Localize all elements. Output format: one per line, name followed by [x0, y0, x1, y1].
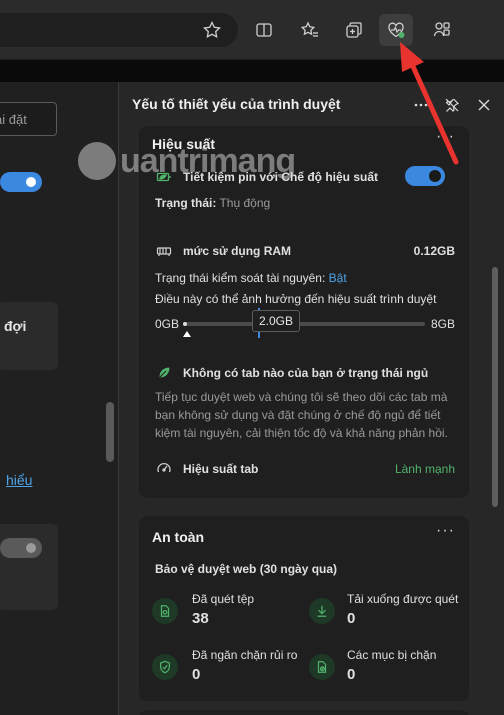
status-row: Trạng thái: Thụ động — [155, 196, 270, 210]
close-icon[interactable] — [473, 94, 495, 116]
settings-search-input[interactable]: ài đặt — [0, 102, 57, 136]
efficiency-mode-toggle[interactable] — [405, 166, 445, 186]
slider-current-marker — [183, 331, 191, 337]
browser-essentials-icon[interactable] — [379, 14, 413, 46]
watermark-bulb-icon — [78, 142, 116, 180]
scan-file-icon — [152, 598, 178, 624]
leaf-icon — [155, 363, 173, 381]
sleeping-tabs-description: Tiếp tục duyệt web và chúng tôi sẽ theo … — [155, 390, 448, 440]
status-value: Thụ động — [219, 196, 271, 210]
panel-title: Yếu tố thiết yếu của trình duyệt — [132, 96, 341, 112]
next-section-edge — [139, 710, 469, 715]
toggle-knob — [26, 177, 36, 187]
toggle-knob — [26, 543, 36, 553]
stat-value-scanned-files: 38 — [192, 610, 209, 627]
tab-performance-value[interactable]: Lành mạnh — [395, 462, 455, 476]
settings-toggle-off[interactable] — [0, 538, 42, 558]
toolbar-divider — [0, 60, 504, 82]
ram-slider[interactable] — [183, 308, 425, 342]
slider-track — [183, 322, 425, 326]
stat-label-risks-blocked: Đã ngăn chặn rủi ro — [192, 648, 298, 662]
resource-control-label: Trạng thái kiểm soát tài nguyên: — [155, 271, 326, 285]
panel-scrollbar[interactable] — [492, 267, 498, 507]
ram-usage-label: mức sử dụng RAM — [183, 244, 292, 258]
impact-note: Điều này có thể ảnh hưởng đến hiệu suất … — [155, 292, 437, 306]
split-screen-icon[interactable] — [250, 16, 278, 44]
pin-icon[interactable] — [441, 94, 463, 116]
slider-max-label: 8GB — [430, 317, 455, 331]
slider-marker-label: 2.0GB — [252, 310, 300, 332]
settings-card-2 — [0, 524, 58, 610]
resource-control-row: Trạng thái kiểm soát tài nguyên: Bật — [155, 271, 347, 285]
safety-more-icon[interactable]: ··· — [436, 522, 455, 540]
status-label: Trạng thái: — [155, 196, 217, 210]
page-scrollbar[interactable] — [106, 402, 114, 462]
stat-value-downloads-scanned: 0 — [347, 610, 356, 627]
stat-value-items-blocked: 0 — [347, 666, 356, 683]
download-icon — [309, 598, 335, 624]
more-options-icon[interactable] — [410, 94, 432, 116]
safety-title: An toàn — [152, 529, 205, 545]
slider-fill — [183, 322, 187, 326]
watermark-text: uantrimang — [120, 142, 296, 180]
favorites-icon[interactable] — [296, 16, 324, 44]
toggle-knob — [429, 170, 441, 182]
resource-control-value[interactable]: Bật — [329, 271, 347, 285]
stat-label-scanned-files: Đã quét tệp — [192, 592, 255, 606]
performance-more-icon[interactable]: ··· — [436, 128, 455, 146]
collections-icon[interactable] — [340, 16, 368, 44]
stat-label-downloads-scanned: Tải xuống được quét — [347, 592, 459, 606]
blocked-file-icon — [309, 654, 335, 680]
memory-chip-icon — [155, 242, 173, 260]
watermark: uantrimang — [78, 140, 296, 190]
extensions-icon[interactable] — [428, 16, 456, 44]
safety-subtitle: Bảo vệ duyệt web (30 ngày qua) — [155, 562, 338, 576]
ram-usage-value: 0.12GB — [413, 244, 455, 258]
speedometer-icon — [155, 459, 173, 477]
shield-check-icon — [152, 654, 178, 680]
sleeping-tabs-title: Không có tab nào của bạn ở trạng thái ng… — [183, 366, 429, 380]
settings-toggle-on[interactable] — [0, 172, 42, 192]
browser-toolbar — [0, 0, 504, 60]
search-placeholder: ài đặt — [0, 112, 27, 127]
settings-card-text: đợi — [4, 318, 27, 334]
safety-section: An toàn ··· Bảo vệ duyệt web (30 ngày qu… — [139, 516, 469, 701]
stat-label-items-blocked: Các mục bị chặn — [347, 648, 437, 662]
slider-min-label: 0GB — [155, 317, 180, 331]
settings-card: đợi — [0, 302, 58, 370]
tab-performance-label: Hiệu suất tab — [183, 462, 259, 476]
stat-value-risks-blocked: 0 — [192, 666, 201, 683]
favorite-star-icon[interactable] — [198, 16, 226, 44]
learn-more-link[interactable]: hiểu — [6, 472, 32, 488]
